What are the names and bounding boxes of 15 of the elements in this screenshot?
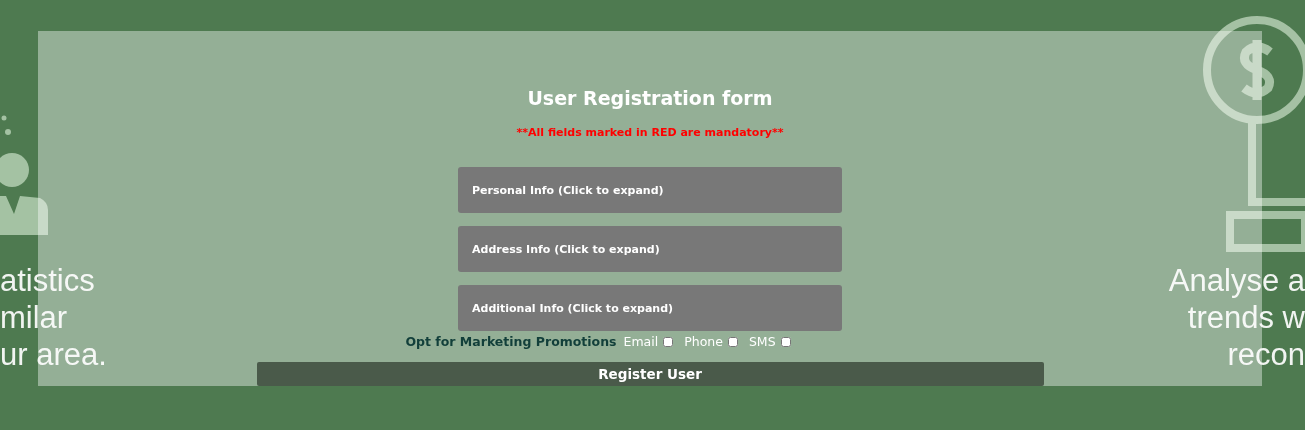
checkbox[interactable]	[727, 336, 738, 347]
background-text: recon	[1227, 336, 1305, 373]
form-title: User Registration form	[527, 86, 773, 110]
section-header[interactable]: Additional Info (Click to expand)	[458, 285, 842, 331]
option-label: SMS	[748, 334, 776, 349]
marketing-label: Opt for Marketing Promotions	[405, 334, 617, 349]
mandatory-notice: **All fields marked in RED are mandatory**	[516, 126, 784, 139]
option-label: Phone	[684, 334, 723, 349]
register-button[interactable]: Register User	[256, 362, 1044, 386]
background-text: milar	[0, 299, 69, 336]
section-header[interactable]: Address Info (Click to expand)	[458, 226, 842, 272]
option-label: Email	[623, 334, 659, 349]
section-header[interactable]: Personal Info (Click to expand)	[458, 167, 842, 213]
checkbox[interactable]	[780, 336, 791, 347]
checkbox[interactable]	[663, 336, 674, 347]
